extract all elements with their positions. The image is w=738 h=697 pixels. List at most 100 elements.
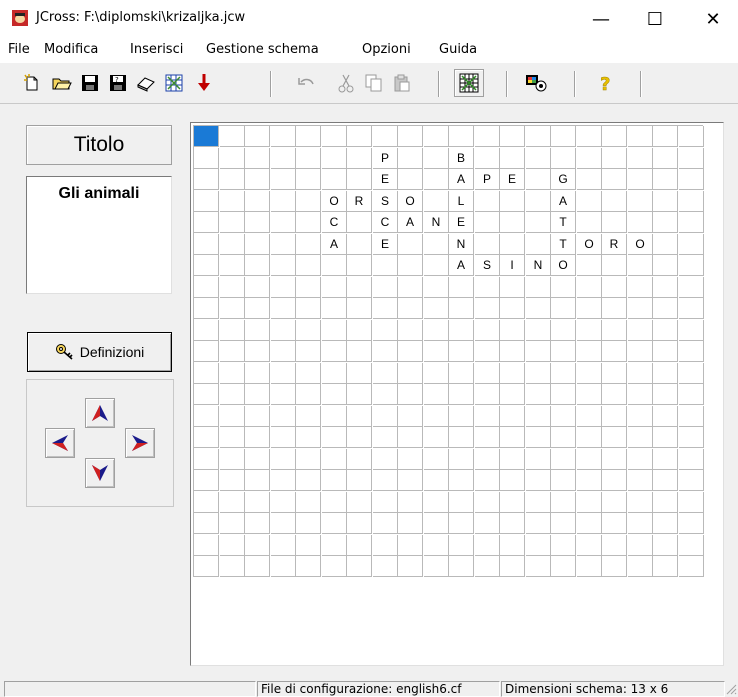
grid-cell[interactable] [679,255,704,276]
grid-cell[interactable] [526,126,551,147]
grid-cell[interactable] [577,169,602,190]
grid-cell[interactable]: N [449,234,474,255]
grid-cell[interactable] [551,341,576,362]
grid-cell[interactable] [322,556,347,577]
grid-cell[interactable]: T [551,212,576,233]
grid-cell[interactable] [526,363,551,384]
grid-cell[interactable] [424,449,449,470]
grid-cell[interactable] [220,191,245,212]
grid-cell[interactable] [500,363,525,384]
grid-cell[interactable] [373,556,398,577]
grid-cell[interactable] [653,277,678,298]
grid-cell[interactable] [373,298,398,319]
grid-cell[interactable] [347,513,372,534]
grid-cell[interactable] [475,470,500,491]
grid-cell[interactable] [194,126,219,147]
grid-cell[interactable] [526,212,551,233]
grid-cell[interactable] [602,449,627,470]
grid-cell[interactable] [602,492,627,513]
grid-cell[interactable] [628,169,653,190]
grid-cell[interactable] [296,513,321,534]
grid-cell[interactable] [296,234,321,255]
grid-cell[interactable] [220,298,245,319]
grid-cell[interactable] [194,234,219,255]
grid-cell[interactable] [475,535,500,556]
grid-cell[interactable] [296,449,321,470]
grid-cell[interactable] [322,126,347,147]
grid-cell[interactable] [602,535,627,556]
grid-cell[interactable] [551,470,576,491]
grid-cell[interactable] [194,427,219,448]
grid-cell[interactable] [424,535,449,556]
grid-cell[interactable] [551,148,576,169]
grid-cell[interactable] [679,384,704,405]
grid-cell[interactable] [347,384,372,405]
grid-cell[interactable]: E [449,212,474,233]
grid-cell[interactable] [653,298,678,319]
grid-cell[interactable] [271,255,296,276]
grid-cell[interactable] [577,449,602,470]
grid-cell[interactable] [449,470,474,491]
grid-cell[interactable] [347,277,372,298]
grid-cell[interactable] [577,384,602,405]
grid-cell[interactable] [373,126,398,147]
grid-cell[interactable] [679,320,704,341]
grid-cell[interactable] [500,427,525,448]
minimize-button[interactable]: — [578,0,624,38]
grid-cell[interactable] [577,341,602,362]
grid-cell[interactable] [271,406,296,427]
grid-cell[interactable] [194,406,219,427]
grid-cell[interactable] [373,513,398,534]
grid-cell[interactable] [679,492,704,513]
grid-cell[interactable] [679,234,704,255]
arrow-right-button[interactable] [125,428,155,458]
grid-cell[interactable] [602,556,627,577]
grid-cell[interactable] [602,363,627,384]
grid-cell[interactable] [398,492,423,513]
grid-cell[interactable] [475,492,500,513]
grid-cell[interactable] [475,513,500,534]
grid-cell[interactable] [551,320,576,341]
grid-cell[interactable] [551,363,576,384]
grid-cell[interactable] [347,470,372,491]
grid-cell[interactable] [653,126,678,147]
grid-cell[interactable] [628,298,653,319]
grid-cell[interactable] [424,556,449,577]
grid-cell[interactable] [271,384,296,405]
grid-cell[interactable] [551,126,576,147]
grid-cell[interactable] [398,406,423,427]
grid-cell[interactable] [424,320,449,341]
grid-cell[interactable] [194,363,219,384]
grid-cell[interactable] [245,341,270,362]
grid-cell[interactable] [475,449,500,470]
grid-cell[interactable] [475,298,500,319]
grid-cell[interactable] [424,470,449,491]
grid-cell[interactable] [449,513,474,534]
grid-cell[interactable] [526,470,551,491]
grid-cell[interactable] [653,148,678,169]
grid-cell[interactable] [398,449,423,470]
grid-cell[interactable] [551,298,576,319]
grid-cell[interactable] [271,492,296,513]
grid-cell[interactable]: C [373,212,398,233]
grid-cell[interactable] [602,470,627,491]
grid-cell[interactable] [271,169,296,190]
grid-cell[interactable]: R [602,234,627,255]
grid-cell[interactable] [475,191,500,212]
grid-cell[interactable] [220,320,245,341]
grid-cell[interactable] [322,427,347,448]
grid-cell[interactable] [220,556,245,577]
grid-cell[interactable] [424,298,449,319]
grid-cell[interactable] [424,384,449,405]
grid-cell[interactable] [245,169,270,190]
grid-cell[interactable] [398,255,423,276]
grid-cell[interactable] [245,234,270,255]
grid-cell[interactable] [500,556,525,577]
grid-cell[interactable] [526,384,551,405]
grid-cell[interactable] [500,449,525,470]
grid-cell[interactable] [322,255,347,276]
grid-cell[interactable] [653,492,678,513]
grid-cell[interactable] [398,320,423,341]
grid-cell[interactable] [296,148,321,169]
grid-cell[interactable] [526,341,551,362]
